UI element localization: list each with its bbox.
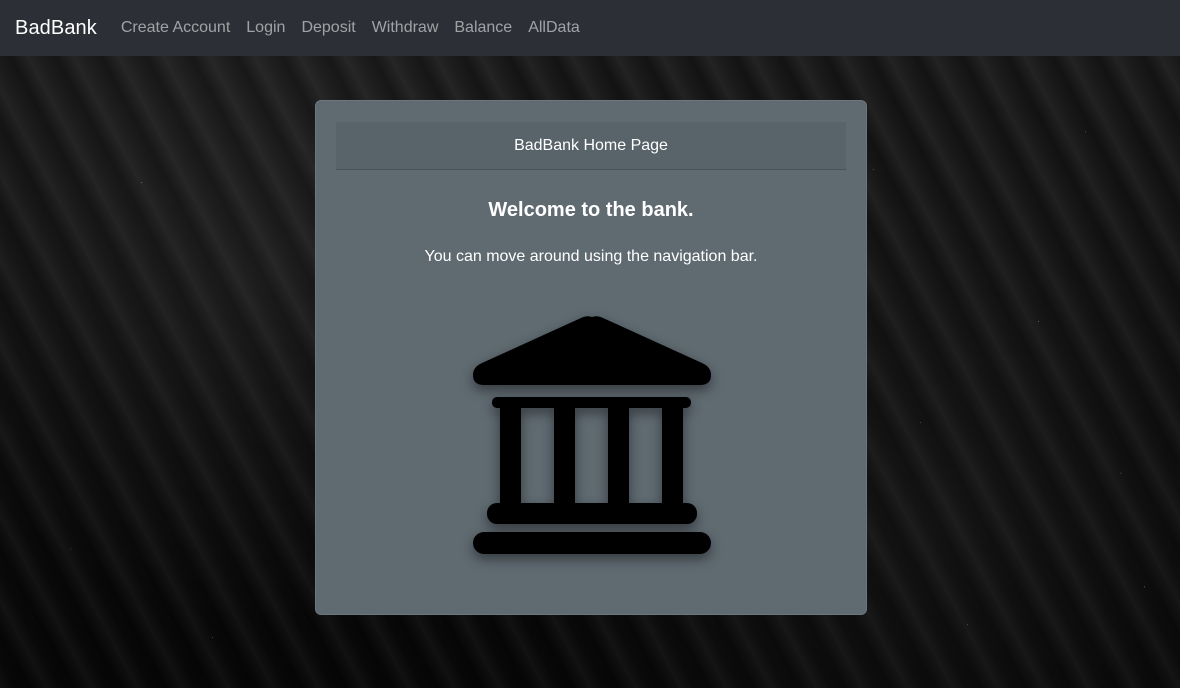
nav-withdraw[interactable]: Withdraw <box>364 19 447 37</box>
bank-column <box>662 405 683 505</box>
card-title: Welcome to the bank. <box>488 199 694 221</box>
bank-icon <box>473 316 711 554</box>
bank-base-lower <box>473 532 711 554</box>
bank-entablature <box>492 397 691 408</box>
bank-column <box>554 405 575 505</box>
bank-roof <box>473 316 711 385</box>
brand-link[interactable]: BadBank <box>15 17 97 40</box>
bank-base-upper <box>487 503 697 524</box>
card-text: You can move around using the navigation… <box>424 248 758 265</box>
nav-create-account[interactable]: Create Account <box>113 19 238 37</box>
nav-deposit[interactable]: Deposit <box>293 19 363 37</box>
nav-login[interactable]: Login <box>238 19 293 37</box>
nav-balance[interactable]: Balance <box>446 19 520 37</box>
nav-alldata[interactable]: AllData <box>520 19 588 37</box>
card-header: BadBank Home Page <box>336 122 846 170</box>
home-card: BadBank Home Page Welcome to the bank. Y… <box>315 100 867 615</box>
bank-column <box>500 405 521 505</box>
navbar: BadBank Create Account Login Deposit Wit… <box>0 0 1180 56</box>
nav-links: Create Account Login Deposit Withdraw Ba… <box>113 19 588 37</box>
bank-column <box>608 405 629 505</box>
